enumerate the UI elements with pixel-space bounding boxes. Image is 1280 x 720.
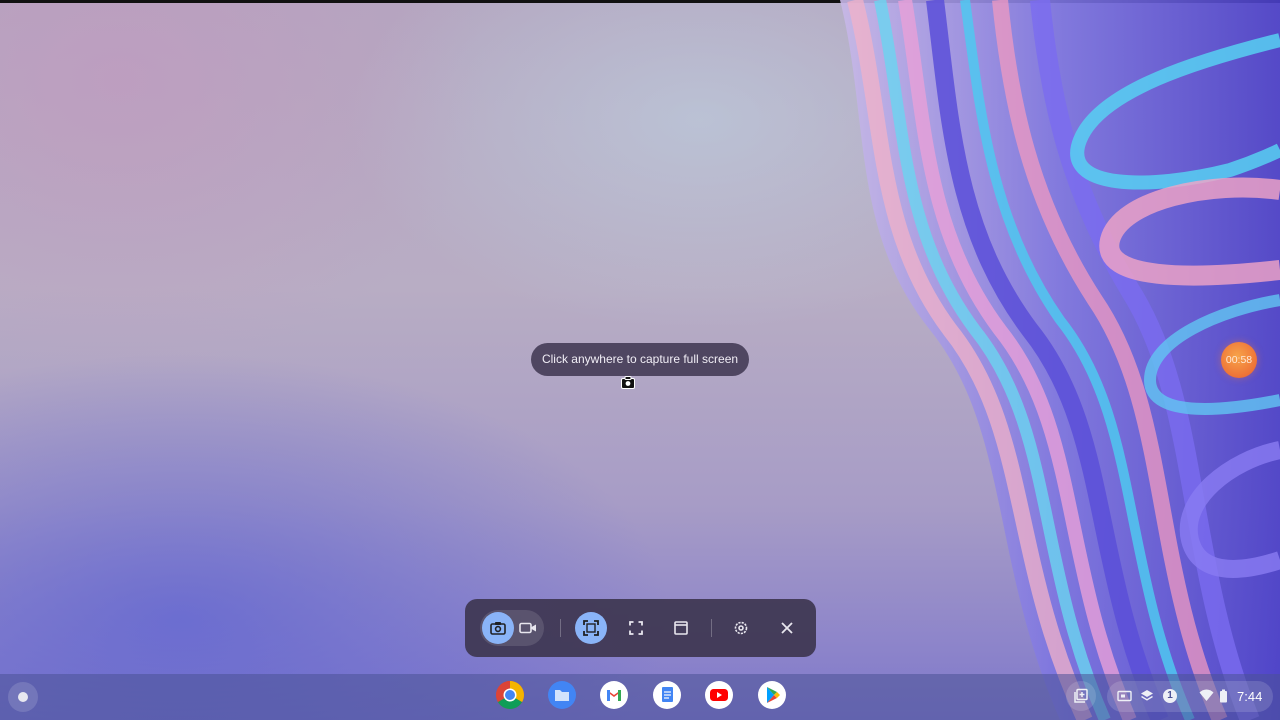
divider [711, 619, 712, 637]
notification-count-badge: 1 [1163, 689, 1177, 703]
app-files[interactable] [546, 679, 578, 711]
chrome-icon [496, 681, 524, 709]
app-chrome[interactable] [494, 679, 526, 711]
wifi-icon [1199, 689, 1214, 701]
launcher-icon [18, 692, 28, 702]
partial-screen-icon [629, 621, 643, 635]
play-store-icon [758, 681, 786, 709]
divider [560, 619, 561, 637]
desktop-wallpaper: Click anywhere to capture full screen 00… [0, 0, 1280, 720]
capture-mode-bar [465, 599, 816, 657]
capture-tooltip: Click anywhere to capture full screen [531, 343, 749, 376]
app-docs[interactable] [651, 679, 683, 711]
window-icon [674, 621, 688, 635]
screenshot-button[interactable] [482, 612, 514, 644]
settings-button[interactable] [725, 612, 757, 644]
close-icon [781, 622, 793, 634]
video-camera-icon [519, 622, 536, 634]
docs-icon [653, 681, 681, 709]
capture-type-toggle [480, 610, 544, 646]
app-play-store[interactable] [756, 679, 788, 711]
window-capture-button[interactable] [665, 612, 697, 644]
close-button[interactable] [771, 612, 803, 644]
screen-record-button[interactable] [512, 612, 544, 644]
fullscreen-icon [583, 620, 599, 636]
recording-timer[interactable]: 00:58 [1221, 342, 1257, 378]
screen-capture-icon [1117, 690, 1132, 702]
partial-capture-button[interactable] [620, 612, 652, 644]
shelf: 1 7:44 [0, 674, 1280, 720]
gmail-icon [600, 681, 628, 709]
fullscreen-capture-button[interactable] [575, 612, 607, 644]
camera-cursor-icon [621, 376, 635, 389]
clock: 7:44 [1237, 689, 1263, 704]
holding-space-icon [1074, 688, 1088, 703]
app-youtube[interactable] [703, 679, 735, 711]
youtube-icon [705, 681, 733, 709]
files-icon [548, 681, 576, 709]
holding-space-button[interactable] [1066, 681, 1096, 711]
gear-icon [734, 621, 748, 635]
status-area[interactable]: 1 7:44 [1107, 681, 1273, 712]
launcher-button[interactable] [8, 682, 38, 712]
app-gmail[interactable] [598, 679, 630, 711]
layers-icon [1141, 690, 1153, 701]
camera-icon [490, 622, 506, 635]
battery-icon [1220, 689, 1227, 703]
